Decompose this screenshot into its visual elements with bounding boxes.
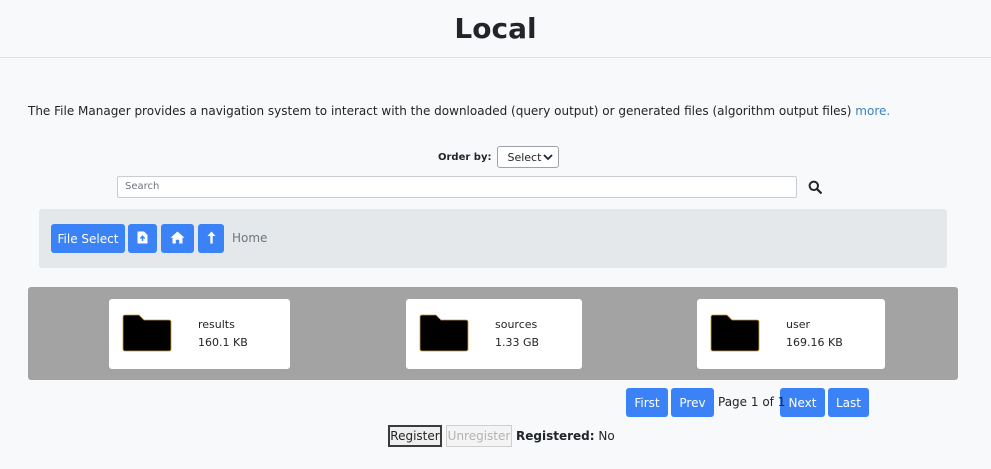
order-by-selected: Select [507,150,542,164]
folder-card[interactable]: user 169.16 KB [697,299,885,369]
chevron-down-icon [543,151,554,166]
file-select-button[interactable]: File Select [51,224,125,253]
prev-page-button[interactable]: Prev [671,388,714,417]
unregister-button[interactable]: Unregister [446,425,512,447]
order-by-select[interactable]: Select [497,146,560,168]
folder-name: results [198,318,235,331]
search-icon[interactable] [808,179,822,194]
folder-card[interactable]: sources 1.33 GB [406,299,582,369]
folder-icon [122,314,172,356]
folder-name: sources [495,318,538,331]
folder-size: 1.33 GB [495,336,540,349]
page-indicator: Page 1 of 1 [718,395,786,409]
home-button[interactable] [161,224,194,253]
registration-status: Registered: No [516,429,615,443]
file-grid: results 160.1 KB sources 1.33 GB user 16… [28,287,958,380]
page-title: Local [454,12,537,45]
folder-icon [419,314,469,356]
pagination: First Prev Next Last [0,388,991,417]
file-upload-icon [137,231,148,247]
next-page-button[interactable]: Next [780,388,825,417]
registration-status-value: No [598,429,615,443]
register-button[interactable]: Register [388,425,442,447]
home-icon [170,231,185,247]
page-header: Local [0,0,991,58]
order-by: Order by: Select [438,146,560,168]
description-text: The File Manager provides a navigation s… [28,104,856,118]
folder-size: 169.16 KB [786,336,843,349]
description: The File Manager provides a navigation s… [28,104,890,118]
file-toolbar: File Select Home [39,209,947,268]
folder-size: 160.1 KB [198,336,248,349]
folder-icon [710,314,760,356]
first-page-button[interactable]: First [626,388,668,417]
upload-file-button[interactable] [128,224,157,253]
arrow-up-icon [207,231,216,247]
last-page-button[interactable]: Last [828,388,869,417]
registration-status-label: Registered: [516,429,595,443]
more-link[interactable]: more. [855,104,890,118]
folder-card[interactable]: results 160.1 KB [109,299,290,369]
order-by-label: Order by: [438,151,492,163]
breadcrumb: Home [232,231,268,245]
search-input[interactable]: Search [117,176,797,198]
up-directory-button[interactable] [198,224,224,253]
folder-name: user [786,318,810,331]
